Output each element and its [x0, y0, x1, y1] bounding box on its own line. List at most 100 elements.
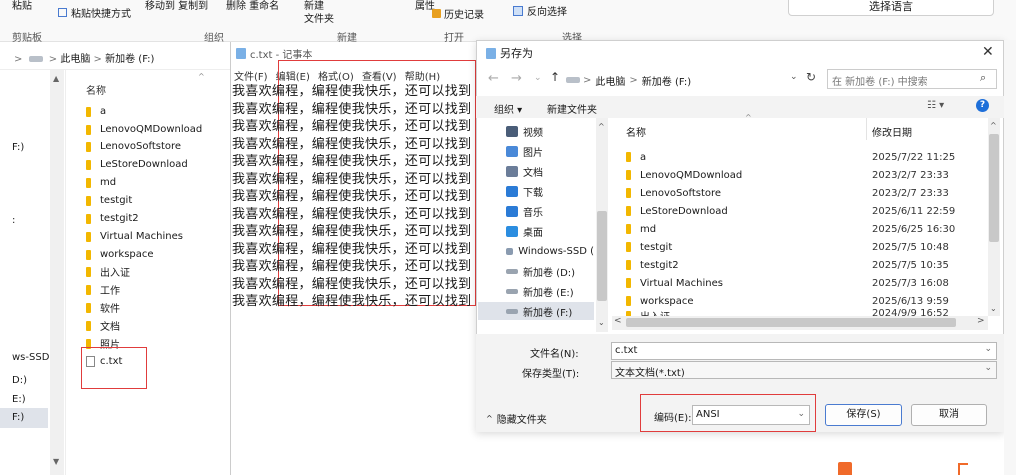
dialog-nav-item[interactable]: 视频 [506, 122, 594, 140]
move-copy-buttons[interactable]: 移动到 复制到 [145, 0, 208, 12]
list-item[interactable]: testgit2 2025/7/5 10:35 [626, 256, 986, 274]
notepad-text-line: 我喜欢编程，编程使我快乐，还可以找到 [232, 294, 472, 309]
dialog-nav-scroll-thumb[interactable] [597, 211, 607, 301]
nav-item-e[interactable]: E:) [12, 394, 26, 405]
list-item[interactable]: 工作 [86, 281, 120, 298]
list-item[interactable]: Virtual Machines [86, 228, 183, 245]
save-button[interactable]: 保存(S) [825, 404, 902, 426]
scroll-up-icon[interactable]: ^ [598, 122, 605, 131]
list-item[interactable]: LeStoreDownload 2025/6/11 22:59 [626, 202, 986, 220]
dialog-nav-item[interactable]: 桌面 [506, 222, 594, 240]
dialog-nav-item[interactable]: 下载 [506, 182, 594, 200]
scroll-up-icon[interactable]: ▲ [53, 74, 59, 83]
list-item-partial[interactable]: 出入证2024/9/9 16:52 [626, 308, 986, 316]
list-item[interactable]: md [86, 174, 116, 191]
list-item[interactable]: a 2025/7/22 11:25 [626, 148, 986, 166]
nav-item-d[interactable]: D:) [12, 375, 27, 386]
list-item[interactable]: LeStoreDownload [86, 156, 188, 173]
dialog-list-scroll-thumb[interactable] [989, 134, 999, 242]
folder-icon [626, 206, 631, 216]
filetype-label: 保存类型(T): [522, 369, 580, 380]
list-item[interactable]: LenovoQMDownload [86, 121, 202, 138]
scroll-down-icon[interactable]: ⌄ [990, 304, 997, 313]
list-item[interactable]: Virtual Machines 2025/7/3 16:08 [626, 274, 986, 292]
scroll-down-icon[interactable]: ▼ [53, 457, 59, 466]
taskbar-app-icon-2[interactable] [958, 463, 968, 475]
dialog-nav-item[interactable]: 新加卷 (D:) [506, 262, 594, 280]
search-input[interactable]: 在 新加卷 (F:) 中搜索 [827, 69, 997, 89]
dialog-path[interactable]: > 此电脑 > 新加卷 (F:) [566, 71, 806, 89]
scroll-down-icon[interactable]: ⌄ [598, 318, 605, 327]
refresh-icon[interactable]: ↻ [806, 70, 816, 84]
column-name-header[interactable]: 名称 [86, 82, 106, 97]
history-button[interactable]: 历史记录 [432, 6, 484, 21]
close-icon[interactable]: ✕ [982, 44, 994, 60]
dialog-hscroll-thumb[interactable] [626, 318, 956, 327]
dialog-nav-item[interactable]: 文档 [506, 162, 594, 180]
chevron-down-icon[interactable]: ⌄ [984, 344, 992, 354]
delete-rename-buttons[interactable]: 删除 重命名 [226, 0, 279, 12]
column-name-header[interactable]: 名称 [626, 124, 646, 139]
scroll-left-icon[interactable]: < [614, 316, 622, 326]
group-clipboard: 剪贴板 [12, 33, 42, 44]
recent-chevron-icon[interactable]: ⌄ [534, 73, 542, 83]
path-dropdown-icon[interactable]: ⌄ [790, 72, 798, 82]
help-icon[interactable]: ? [976, 99, 989, 112]
new-folder-button[interactable]: 新建文件夹 [547, 101, 597, 116]
select-language-button[interactable]: 选择语言 [788, 0, 994, 16]
menu-file[interactable]: 文件(F) [234, 72, 268, 83]
list-item[interactable]: 文档 [86, 317, 120, 334]
organize-button[interactable]: 组织 ▾ [494, 101, 522, 116]
notepad-text-line: 我喜欢编程，编程使我快乐，还可以找到 [232, 224, 472, 239]
folder-icon [86, 159, 91, 170]
scroll-right-icon[interactable]: > [977, 316, 985, 326]
paste-shortcut-button[interactable]: 粘贴快捷方式 [58, 5, 131, 20]
dialog-nav-item-selected[interactable]: 新加卷 (F:) [478, 302, 594, 320]
dialog-nav-item[interactable]: 音乐 [506, 202, 594, 220]
download-icon [506, 185, 518, 197]
column-date-header[interactable]: 修改日期 [872, 124, 912, 139]
encoding-select[interactable]: ANSI ⌄ [692, 405, 810, 425]
folder-icon [626, 278, 631, 288]
list-item[interactable]: LenovoSoftstore 2023/2/7 23:33 [626, 184, 986, 202]
chevron-down-icon[interactable]: ⌄ [984, 363, 992, 373]
hide-folders-toggle[interactable]: ^ 隐藏文件夹 [486, 411, 547, 426]
cancel-button[interactable]: 取消 [911, 404, 987, 426]
ssd-drive-icon [506, 247, 514, 255]
list-item[interactable]: testgit 2025/7/5 10:48 [626, 238, 986, 256]
list-item[interactable]: testgit2 [86, 210, 139, 227]
list-item[interactable]: LenovoSoftstore [86, 138, 181, 155]
drive-icon [28, 56, 43, 62]
list-item[interactable]: a [86, 103, 106, 120]
folder-icon [86, 213, 91, 224]
nav-item-f[interactable]: F:) [12, 142, 24, 153]
scroll-up-icon[interactable]: ^ [990, 121, 997, 130]
picture-icon [506, 145, 518, 157]
list-item[interactable]: md 2025/6/25 16:30 [626, 220, 986, 238]
notepad-text-line: 我喜欢编程，编程使我快乐，还可以找到 [232, 189, 472, 204]
dialog-nav-item[interactable]: Windows-SSD ( [506, 242, 594, 260]
column-divider[interactable] [866, 118, 867, 140]
list-item[interactable]: testgit [86, 192, 132, 209]
view-options-icon[interactable]: ☷ ▾ [927, 100, 944, 111]
list-item[interactable]: LenovoQMDownload 2023/2/7 23:33 [626, 166, 986, 184]
dialog-nav-item[interactable]: 图片 [506, 142, 594, 160]
chevron-down-icon[interactable]: ⌄ [797, 409, 805, 419]
taskbar-app-icon[interactable] [838, 462, 852, 475]
list-item[interactable]: 出入证 [86, 263, 130, 280]
nav-scrollbar[interactable] [50, 70, 64, 475]
paste-button[interactable]: 粘贴 [12, 0, 32, 12]
back-arrow-icon[interactable]: ← [488, 71, 499, 86]
dialog-nav-item[interactable]: 新加卷 (E:) [506, 282, 594, 300]
folder-icon [626, 242, 631, 252]
filetype-select[interactable]: 文本文档(*.txt) ⌄ [611, 361, 997, 379]
nav-item-f-selected[interactable]: F:) [0, 408, 48, 428]
explorer-breadcrumb[interactable]: > > 此电脑 > 新加卷 (F:) [0, 44, 232, 70]
list-item[interactable]: workspace [86, 246, 154, 263]
list-item[interactable]: 软件 [86, 299, 120, 316]
forward-arrow-icon[interactable]: → [511, 71, 522, 86]
filename-input[interactable]: c.txt ⌄ [611, 342, 997, 360]
up-arrow-icon[interactable]: ↑ [550, 70, 560, 84]
highlight-box-file [81, 347, 147, 389]
invert-selection-button[interactable]: 反向选择 [513, 3, 567, 18]
